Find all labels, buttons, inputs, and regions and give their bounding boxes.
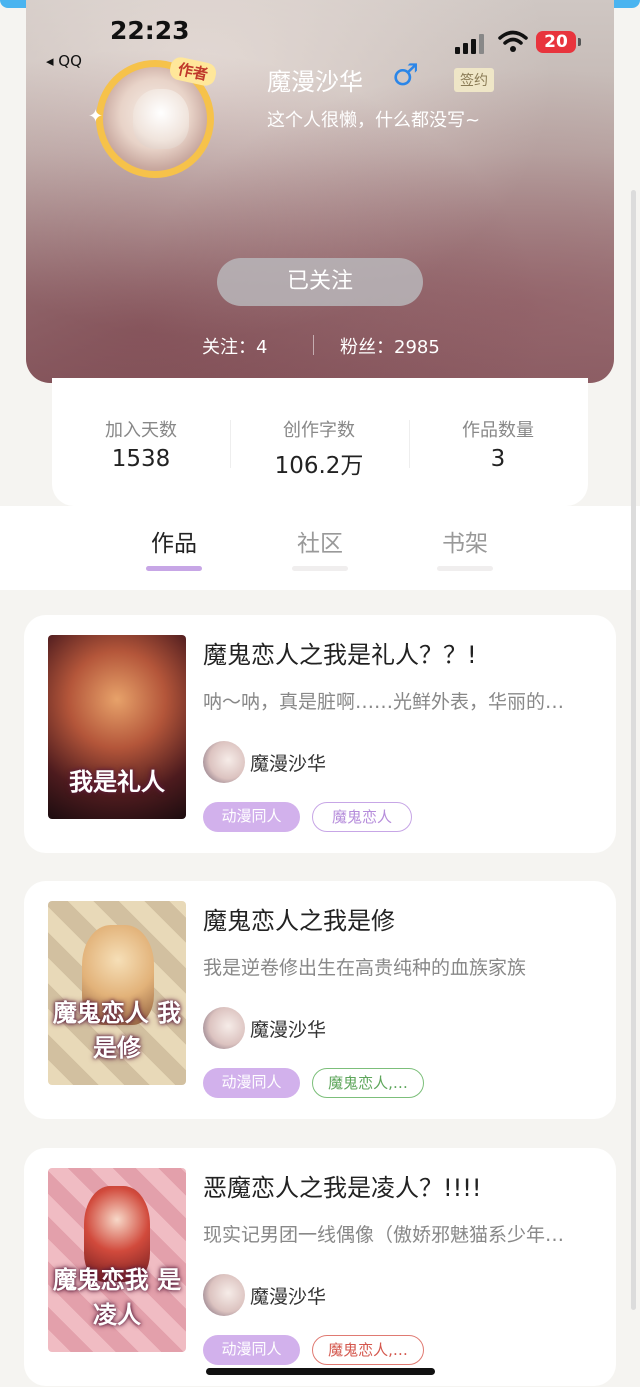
stat-works-count: 作品数量 3 [409,416,587,472]
home-indicator[interactable] [206,1368,435,1375]
follow-stats: 关注：4 粉丝：2985 [26,333,614,359]
stat-word-count: 创作字数 106.2万 [230,416,408,480]
stat-value: 3 [490,446,506,472]
book-card[interactable]: 魔鬼恋人 我是修 魔鬼恋人之我是修 我是逆卷修出生在高贵纯种的血族家族 魔漫沙华… [24,881,616,1119]
scrollbar[interactable] [631,190,636,1310]
author-avatar [203,1007,245,1049]
cellular-signal-icon [455,34,487,54]
tab-bookshelf[interactable]: 书架 [425,524,505,571]
tag-series[interactable]: 魔鬼恋人,… [312,1335,424,1365]
author-avatar [203,1274,245,1316]
tab-label: 社区 [297,531,343,557]
followers-count[interactable]: 粉丝：2985 [340,333,440,359]
stat-value: 106.2万 [274,453,364,479]
sparkle-icon: ✦ [88,106,104,127]
book-description: 我是逆卷修出生在高贵纯种的血族家族 [203,957,527,979]
book-title[interactable]: 魔鬼恋人之我是礼人？？! [203,635,477,670]
tab-indicator [146,566,202,571]
profile-header: 22:23 ◂ QQ ✦ 作者 魔漫沙华 ♂ 签约 这个人很懒，什么都没写~ 已… [26,0,614,383]
book-cover[interactable]: 我是礼人 [48,635,186,819]
battery-nub [578,38,581,46]
author-avatar [203,741,245,783]
stat-label: 作品数量 [462,420,534,441]
user-bio: 这个人很懒，什么都没写~ [267,110,481,131]
profile-tabs: 作品 社区 书架 [0,506,640,590]
stat-join-days: 加入天数 1538 [52,416,230,472]
status-time: 22:23 [110,16,190,45]
stat-label: 创作字数 [283,420,355,441]
book-description: 现实记男团一线偶像（傲娇邪魅猫系少年… [203,1224,565,1246]
tab-indicator [292,566,348,571]
book-title[interactable]: 魔鬼恋人之我是修 [203,901,395,936]
tab-label: 书架 [442,531,488,557]
stat-label: 加入天数 [105,420,177,441]
tab-label: 作品 [151,531,197,557]
book-card[interactable]: 魔鬼恋我 是凌人 恶魔恋人之我是凌人？!!!! 现实记男团一线偶像（傲娇邪魅猫系… [24,1148,616,1386]
stat-value: 1538 [111,446,171,472]
divider [313,335,314,355]
book-author[interactable]: 魔漫沙华 [250,1015,326,1042]
tab-works[interactable]: 作品 [134,524,214,571]
cover-title: 魔鬼恋人 我是修 [52,998,182,1062]
book-cover[interactable]: 魔鬼恋我 是凌人 [48,1168,186,1352]
book-title[interactable]: 恶魔恋人之我是凌人？!!!! [203,1168,481,1203]
stats-card: 加入天数 1538 创作字数 106.2万 作品数量 3 [52,378,588,506]
author-avatar[interactable]: ✦ 作者 [88,55,226,178]
avatar-face [133,89,189,149]
tag-series[interactable]: 魔鬼恋人,… [312,1068,424,1098]
book-description: 呐～呐，真是脏啊……光鲜外表，华丽的… [203,691,565,713]
male-icon: ♂ [392,58,419,93]
tab-indicator [437,566,493,571]
back-to-app-link[interactable]: ◂ QQ [46,52,82,70]
book-cover[interactable]: 魔鬼恋人 我是修 [48,901,186,1085]
book-author[interactable]: 魔漫沙华 [250,1282,326,1309]
book-card[interactable]: 我是礼人 魔鬼恋人之我是礼人？？! 呐～呐，真是脏啊……光鲜外表，华丽的… 魔漫… [24,615,616,853]
following-count[interactable]: 关注：4 [202,333,267,359]
battery-icon: 20 [536,31,576,53]
tag-category[interactable]: 动漫同人 [203,1335,300,1365]
tag-category[interactable]: 动漫同人 [203,802,300,832]
signed-badge: 签约 [454,68,494,92]
tag-series[interactable]: 魔鬼恋人 [312,802,412,832]
tag-category[interactable]: 动漫同人 [203,1068,300,1098]
follow-button[interactable]: 已关注 [217,258,423,306]
wifi-icon [498,30,528,52]
cover-title: 我是礼人 [69,767,165,796]
username: 魔漫沙华 [267,68,363,96]
book-author[interactable]: 魔漫沙华 [250,749,326,776]
cover-title: 魔鬼恋我 是凌人 [52,1265,182,1329]
tab-community[interactable]: 社区 [280,524,360,571]
